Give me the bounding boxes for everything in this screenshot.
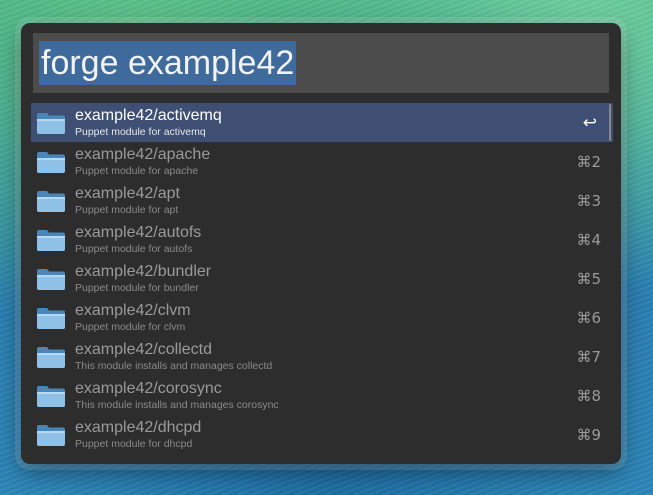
result-row-corosync[interactable]: example42/corosync This module installs … xyxy=(31,376,613,415)
result-row-collectd[interactable]: example42/collectd This module installs … xyxy=(31,337,613,376)
results-scrollbar[interactable] xyxy=(609,104,611,141)
result-subtitle: Puppet module for apache xyxy=(75,164,199,177)
result-title: example42/apt xyxy=(75,184,180,202)
results-list: example42/activemq Puppet module for act… xyxy=(31,103,613,454)
search-input[interactable]: forge example42 xyxy=(33,33,609,93)
launcher-window: forge example42 example42/activemq Puppe… xyxy=(21,23,621,464)
result-title: example42/autofs xyxy=(75,223,202,241)
result-row-autofs[interactable]: example42/autofs Puppet module for autof… xyxy=(31,220,613,259)
folder-icon xyxy=(37,346,65,368)
result-title: example42/activemq xyxy=(75,106,222,124)
folder-icon xyxy=(37,268,65,290)
shortcut-label: ⌘6 xyxy=(576,308,601,327)
shortcut-label: ⌘7 xyxy=(576,347,601,366)
folder-icon xyxy=(37,151,65,173)
result-title: example42/bundler xyxy=(75,262,212,280)
result-subtitle: Puppet module for autofs xyxy=(75,242,193,255)
result-title: example42/collectd xyxy=(75,340,212,358)
result-title: example42/apache xyxy=(75,145,211,163)
result-subtitle: Puppet module for bundler xyxy=(75,281,199,294)
result-row-bundler[interactable]: example42/bundler Puppet module for bund… xyxy=(31,259,613,298)
result-row-activemq[interactable]: example42/activemq Puppet module for act… xyxy=(31,103,613,142)
folder-icon xyxy=(37,385,65,407)
shortcut-label: ⌘2 xyxy=(576,152,601,171)
result-row-dhcpd[interactable]: example42/dhcpd Puppet module for dhcpd … xyxy=(31,415,613,454)
return-key-icon: ↩ xyxy=(582,112,597,133)
result-title: example42/clvm xyxy=(75,301,191,319)
folder-icon xyxy=(37,190,65,212)
result-title: example42/corosync xyxy=(75,379,222,397)
result-subtitle: Puppet module for activemq xyxy=(75,125,206,138)
folder-icon xyxy=(37,229,65,251)
result-subtitle: Puppet module for dhcpd xyxy=(75,437,193,450)
shortcut-label: ⌘4 xyxy=(576,230,601,249)
result-title: example42/dhcpd xyxy=(75,418,202,436)
result-subtitle: Puppet module for apt xyxy=(75,203,179,216)
folder-icon xyxy=(37,307,65,329)
folder-icon xyxy=(37,424,65,446)
shortcut-label: ⌘8 xyxy=(576,386,601,405)
result-row-apache[interactable]: example42/apache Puppet module for apach… xyxy=(31,142,613,181)
shortcut-label: ⌘5 xyxy=(576,269,601,288)
shortcut-label: ⌘3 xyxy=(576,191,601,210)
result-row-clvm[interactable]: example42/clvm Puppet module for clvm ⌘6 xyxy=(31,298,613,337)
folder-icon xyxy=(37,112,65,134)
result-row-apt[interactable]: example42/apt Puppet module for apt ⌘3 xyxy=(31,181,613,220)
result-subtitle: This module installs and manages corosyn… xyxy=(75,398,279,411)
search-query-text[interactable]: forge example42 xyxy=(39,41,297,85)
shortcut-label: ⌘9 xyxy=(576,425,601,444)
result-subtitle: Puppet module for clvm xyxy=(75,320,186,333)
result-subtitle: This module installs and manages collect… xyxy=(75,359,273,372)
